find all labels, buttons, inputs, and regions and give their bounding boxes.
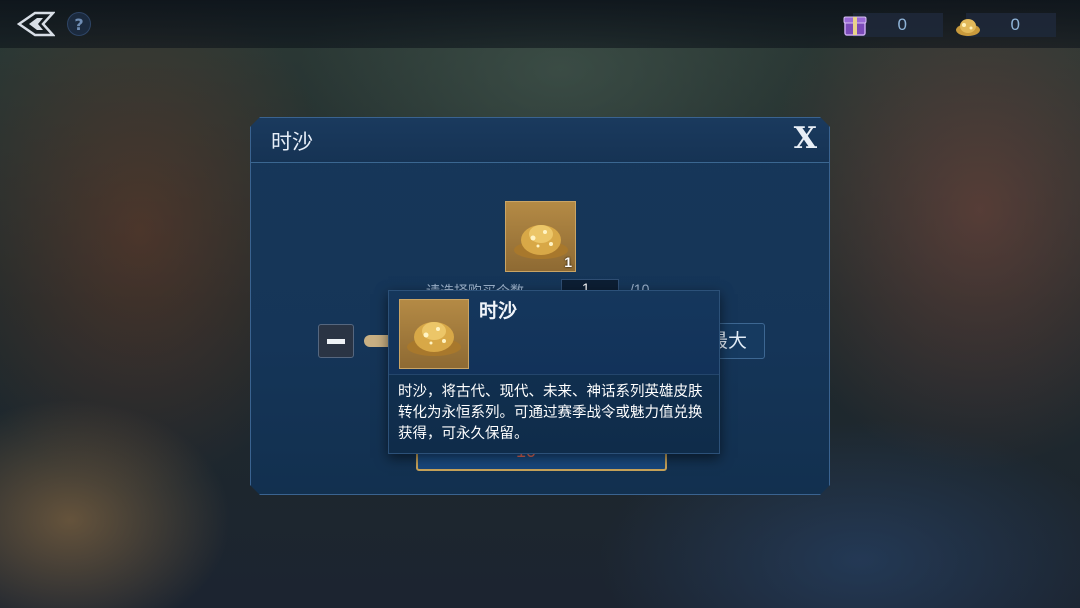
dialog-title: 时沙 [271, 130, 313, 154]
item-icon-frame: 1 [505, 201, 576, 272]
back-arrow-icon [17, 11, 55, 37]
back-button[interactable] [16, 9, 56, 39]
top-bar: ? 0 0 [0, 0, 1080, 48]
close-button[interactable]: X [794, 121, 817, 156]
currency-gold-sand: 0 [956, 13, 1056, 37]
currency-gift-box: 0 [843, 13, 943, 37]
item-count: 1 [564, 254, 572, 270]
purple-gift-box-icon [843, 16, 867, 36]
item-tooltip: 时沙 时沙，将古代、现代、未来、神话系列英雄皮肤转化为永恒系列。可通过赛季战令或… [388, 290, 720, 454]
currency-gift-box-value: 0 [897, 15, 907, 34]
decrease-button[interactable] [318, 324, 354, 358]
tooltip-item-icon-frame [399, 299, 469, 369]
gold-sand-icon [513, 224, 568, 259]
dialog-header: 时沙 X [251, 118, 829, 163]
minus-icon [327, 338, 345, 344]
tooltip-description: 时沙，将古代、现代、未来、神话系列英雄皮肤转化为永恒系列。可通过赛季战令或魅力值… [398, 384, 703, 442]
currency-gold-sand-value: 0 [1010, 15, 1020, 34]
gold-sand-icon [956, 19, 980, 36]
help-button[interactable]: ? [67, 12, 91, 36]
tooltip-title: 时沙 [479, 300, 518, 322]
tooltip-header: 时沙 [389, 291, 719, 375]
gold-sand-icon [407, 322, 461, 356]
